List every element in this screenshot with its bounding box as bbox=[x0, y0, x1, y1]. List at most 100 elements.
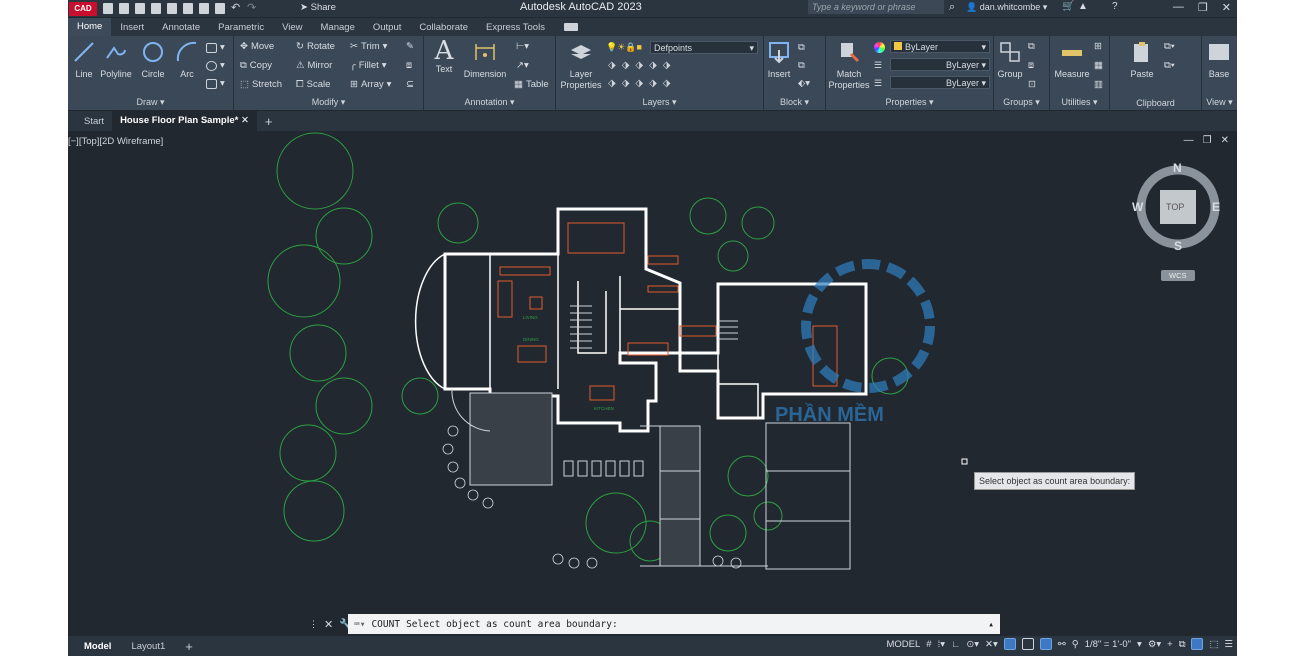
tab-output[interactable]: Output bbox=[364, 22, 411, 33]
trim-button[interactable]: ✂ Trim ▾ bbox=[350, 41, 387, 52]
ortho-icon[interactable]: ∟ bbox=[951, 639, 960, 650]
clean-screen-icon[interactable]: ⬚ bbox=[1209, 639, 1218, 650]
new-icon[interactable] bbox=[103, 3, 113, 14]
restore-icon[interactable]: ❐ bbox=[1198, 1, 1208, 14]
groups-panel-title[interactable]: Groups ▾ bbox=[994, 97, 1049, 108]
tab-annotate[interactable]: Annotate bbox=[153, 22, 209, 33]
linear-dimension-icon[interactable]: ⊢▾ bbox=[516, 41, 529, 52]
offset-icon[interactable]: ⊆ bbox=[406, 79, 414, 90]
command-recent-icon[interactable]: ▴ bbox=[988, 619, 994, 630]
layer-dropdown[interactable]: Defpoints ▾ bbox=[650, 41, 758, 54]
compass-west[interactable]: W bbox=[1132, 200, 1143, 214]
polar-icon[interactable]: ⊙▾ bbox=[966, 639, 979, 650]
search-input[interactable]: Type a keyword or phrase bbox=[808, 0, 944, 14]
layout1-tab[interactable]: Layout1 bbox=[121, 641, 175, 652]
tab-view[interactable]: View bbox=[273, 22, 311, 33]
color-wheel-icon[interactable] bbox=[874, 42, 885, 53]
leader-icon[interactable]: ↗▾ bbox=[516, 60, 529, 71]
scale-dropdown-icon[interactable]: ▾ bbox=[1137, 639, 1142, 650]
drawing-tab[interactable]: House Floor Plan Sample* ✕ bbox=[112, 111, 257, 131]
tab-insert[interactable]: Insert bbox=[111, 22, 153, 33]
cart-icon[interactable]: 🛒 bbox=[1062, 1, 1074, 12]
draw-panel-title[interactable]: Draw ▾ bbox=[68, 97, 233, 108]
command-input[interactable]: ⌨▾ COUNT Select object as count area bou… bbox=[348, 614, 1000, 634]
array-button[interactable]: ⊞ Array ▾ bbox=[350, 79, 391, 90]
insert-button[interactable]: Insert bbox=[766, 40, 792, 80]
ribbon-toggle-icon[interactable] bbox=[563, 23, 578, 31]
clipboard-panel-title[interactable]: Clipboard bbox=[1110, 98, 1201, 108]
create-block-icon[interactable]: ⧉ bbox=[798, 42, 805, 53]
measure-button[interactable]: Measure bbox=[1054, 40, 1090, 80]
group-button[interactable]: Group bbox=[996, 40, 1024, 80]
id-point-icon[interactable]: ▥ bbox=[1094, 79, 1103, 90]
mirror-button[interactable]: ⚠ Mirror bbox=[296, 60, 332, 71]
fillet-button[interactable]: ╭ Fillet ▾ bbox=[350, 60, 387, 71]
circle-button[interactable]: Circle bbox=[140, 40, 166, 80]
new-tab-icon[interactable]: + bbox=[257, 114, 281, 129]
print-icon[interactable] bbox=[215, 3, 225, 14]
gradient-icon[interactable]: ▾ bbox=[206, 78, 225, 89]
base-button[interactable]: Base bbox=[1206, 40, 1232, 80]
layer-tools-row-2[interactable]: ⬗⬗⬗⬗⬗ bbox=[608, 78, 676, 89]
auto-scale-icon[interactable]: ⚯ bbox=[1058, 639, 1066, 650]
copy-clip-icon[interactable]: ⧉▾ bbox=[1164, 60, 1175, 71]
cut-icon[interactable]: ⧉▾ bbox=[1164, 41, 1175, 52]
save-icon[interactable] bbox=[135, 3, 145, 14]
grid-icon[interactable]: # bbox=[926, 639, 931, 650]
plus-icon[interactable]: + bbox=[1167, 639, 1173, 650]
osnap-icon[interactable]: ✕▾ bbox=[985, 639, 998, 650]
paste-button[interactable]: Paste bbox=[1126, 40, 1158, 80]
close-icon[interactable]: ✕ bbox=[1222, 1, 1231, 14]
linetype-dropdown[interactable]: ByLayer ▾ bbox=[890, 58, 990, 71]
drawing-canvas[interactable]: [−][Top][2D Wireframe] — ❐ ✕ LIVING DINI… bbox=[68, 131, 1237, 634]
undo-icon[interactable]: ↶ bbox=[231, 3, 241, 14]
tab-express-tools[interactable]: Express Tools bbox=[477, 22, 554, 33]
save-as-icon[interactable] bbox=[151, 3, 161, 14]
quick-select-icon[interactable]: ⊞ bbox=[1094, 41, 1102, 52]
hatch-icon[interactable]: ▾ bbox=[206, 60, 225, 71]
lineweight-dropdown[interactable]: ByLayer ▾ bbox=[890, 76, 990, 89]
open-icon[interactable] bbox=[119, 3, 129, 14]
block-attributes-icon[interactable]: ⬖▾ bbox=[798, 78, 810, 89]
compass-east[interactable]: E bbox=[1212, 200, 1220, 214]
tab-manage[interactable]: Manage bbox=[312, 22, 364, 33]
color-dropdown[interactable]: ByLayer ▾ bbox=[890, 40, 990, 53]
viewcube[interactable]: N S E W TOP WCS bbox=[1130, 157, 1226, 285]
close-tab-icon[interactable]: ✕ bbox=[241, 115, 249, 126]
group-edit-icon[interactable]: ⧈ bbox=[1028, 60, 1034, 71]
selection-cycling-icon[interactable] bbox=[1021, 638, 1034, 650]
help-icon[interactable]: ? bbox=[1112, 1, 1118, 12]
autocad-logo[interactable]: CAD bbox=[69, 1, 97, 16]
arc-button[interactable]: Arc bbox=[174, 40, 200, 80]
annotation-scale-icon[interactable]: ⚲ bbox=[1072, 639, 1079, 650]
customization-menu-icon[interactable]: ☰ bbox=[1224, 639, 1233, 650]
ungroup-icon[interactable]: ⧉ bbox=[1028, 41, 1035, 52]
lineweight-toggle-icon[interactable] bbox=[1003, 638, 1016, 650]
edit-block-icon[interactable]: ⧉ bbox=[798, 60, 805, 71]
layer-tools-row-1[interactable]: ⬗⬗⬗⬗⬗ bbox=[608, 60, 676, 71]
hardware-acceleration-icon[interactable] bbox=[1191, 638, 1204, 650]
annotation-panel-title[interactable]: Annotation ▾ bbox=[424, 97, 555, 108]
layers-panel-title[interactable]: Layers ▾ bbox=[556, 97, 763, 108]
search-icon[interactable]: ⌕ bbox=[949, 1, 955, 14]
layer-properties-button[interactable]: Layer Properties bbox=[560, 40, 602, 91]
add-layout-icon[interactable]: + bbox=[175, 639, 203, 654]
modify-panel-title[interactable]: Modify ▾ bbox=[234, 97, 423, 108]
table-button[interactable]: ▦ Table bbox=[514, 79, 549, 90]
annotation-visibility-icon[interactable] bbox=[1039, 638, 1052, 650]
move-button[interactable]: ✥ Move bbox=[240, 41, 274, 52]
snap-icon[interactable]: ⁞▾ bbox=[938, 639, 945, 650]
wcs-menu[interactable]: WCS bbox=[1169, 271, 1187, 280]
tab-parametric[interactable]: Parametric bbox=[209, 22, 273, 33]
annotation-scale[interactable]: 1/8" = 1'-0" bbox=[1085, 639, 1131, 650]
explode-icon[interactable]: ⧈ bbox=[406, 60, 412, 71]
start-tab[interactable]: Start bbox=[76, 116, 112, 127]
web-save-icon[interactable] bbox=[183, 3, 193, 14]
user-menu[interactable]: 👤 dan.whitcombe ▾ bbox=[966, 2, 1047, 13]
model-space-button[interactable]: MODEL bbox=[886, 639, 920, 650]
web-open-icon[interactable] bbox=[167, 3, 177, 14]
group-selection-icon[interactable]: ⊡ bbox=[1028, 79, 1036, 90]
compass-north[interactable]: N bbox=[1173, 161, 1182, 175]
properties-panel-title[interactable]: Properties ▾ bbox=[826, 97, 993, 108]
compass-south[interactable]: S bbox=[1174, 239, 1182, 253]
